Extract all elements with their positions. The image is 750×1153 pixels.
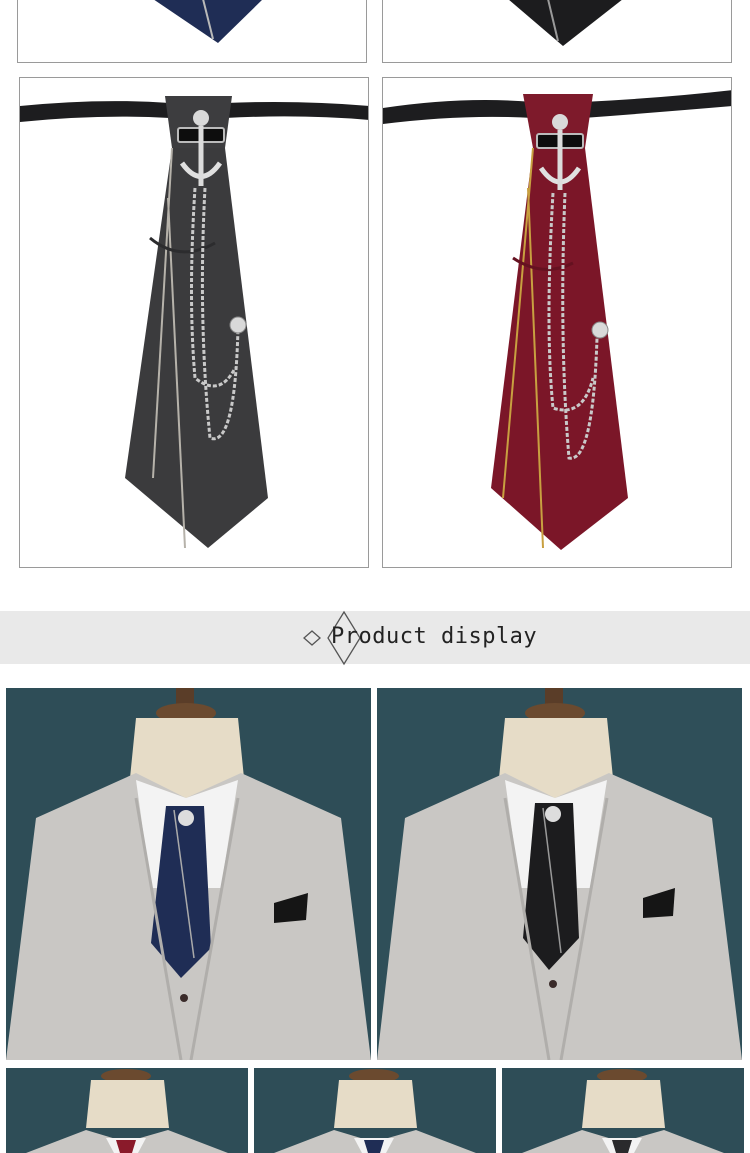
grey-anchor-tie-image	[20, 96, 368, 549]
product-frame-black[interactable]	[382, 0, 732, 63]
black-tie-tip-image	[509, 0, 622, 46]
mannequin-navy-image	[6, 688, 371, 1060]
display-photo-navy-small[interactable]	[254, 1068, 496, 1153]
display-photo-navy[interactable]	[6, 688, 371, 1060]
mannequin-navy-small-image	[254, 1068, 496, 1153]
section-title: Product display	[331, 624, 538, 649]
wine-anchor-tie-image	[383, 90, 731, 550]
product-frame-navy[interactable]	[17, 0, 367, 63]
mannequin-black-image	[377, 688, 742, 1060]
display-photo-black[interactable]	[377, 688, 742, 1060]
product-frame-grey[interactable]	[19, 77, 369, 568]
navy-tie-tip-image	[154, 0, 262, 43]
display-photo-black-small[interactable]	[502, 1068, 744, 1153]
product-frame-wine[interactable]	[382, 77, 732, 568]
display-photo-red-small[interactable]	[6, 1068, 248, 1153]
mannequin-black-small-image	[502, 1068, 744, 1153]
mannequin-red-small-image	[6, 1068, 248, 1153]
